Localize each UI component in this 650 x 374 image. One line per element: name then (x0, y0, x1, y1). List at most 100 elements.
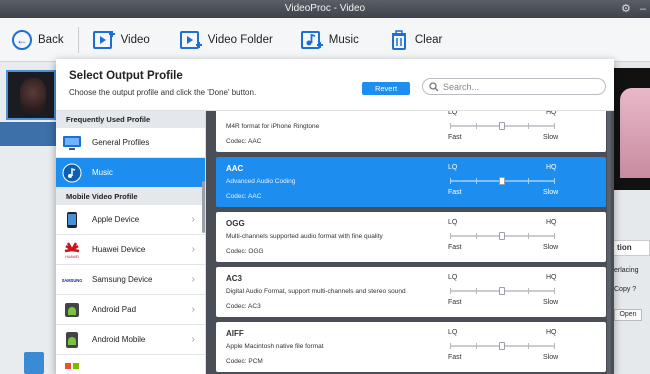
slider-knob[interactable] (499, 232, 505, 240)
slider-tick (528, 343, 529, 349)
profile-card[interactable]: OGG Multi-channels supported audio format… (216, 212, 606, 262)
profile-card[interactable]: AIFF Apple Macintosh native file format Co… (216, 322, 606, 372)
category-android-mobile[interactable]: Android Mobile › (56, 325, 205, 355)
clear-label: Clear (414, 33, 443, 46)
android-icon (62, 330, 82, 350)
category-general-profiles[interactable]: General Profiles (56, 128, 205, 158)
frequent-header: Frequently Used Profile (56, 111, 205, 128)
slider-tick (528, 123, 529, 129)
chevron-right-icon: › (191, 244, 195, 255)
thumbnail-info-strip (0, 122, 56, 146)
slider-tick (476, 343, 477, 349)
profile-codec: Codec: PCM (226, 358, 263, 365)
profile-description: Apple Macintosh native file format (226, 343, 324, 350)
quality-hq-label: HQ (546, 329, 557, 336)
category-samsung-device[interactable]: SAMSUNG Samsung Device › (56, 265, 205, 295)
slider-tick (450, 123, 451, 129)
profile-description: Multi-channels supported audio format wi… (226, 233, 383, 240)
chevron-right-icon: › (191, 334, 195, 345)
category-list: Frequently Used Profile General Profiles… (56, 111, 206, 374)
slider-knob[interactable] (499, 342, 505, 350)
option-button[interactable]: tion (612, 240, 650, 256)
settings-icon[interactable]: ⚙ (621, 0, 631, 18)
apple-icon (62, 210, 82, 230)
clear-button[interactable]: Clear (387, 18, 442, 62)
search-box[interactable] (422, 78, 606, 95)
profile-description: Advanced Audio Coding (226, 178, 296, 185)
search-input[interactable] (443, 81, 593, 92)
slider-tick (450, 343, 451, 349)
quality-slider[interactable] (450, 342, 555, 350)
video-folder-label: Video Folder (207, 33, 273, 46)
slider-tick (450, 288, 451, 294)
slider-tick (554, 343, 555, 349)
category-label: Android Mobile (92, 335, 146, 344)
music-label: Music (328, 33, 359, 46)
profile-list: M4R format for iPhone Ringtone Codec: AAC… (206, 111, 614, 374)
title-bar: VideoProc - Video ⚙ – (0, 0, 650, 18)
output-profile-dialog: Select Output Profile Choose the output … (56, 59, 614, 374)
category-scrollbar[interactable] (202, 181, 205, 233)
back-arrow-icon: ← (10, 28, 34, 52)
quality-slider[interactable] (450, 232, 555, 240)
profile-card[interactable]: AC3 Digital Audio Format, support multi-c… (216, 267, 606, 317)
slider-tick (554, 233, 555, 239)
category-partial-item[interactable] (56, 355, 205, 374)
slider-tick (450, 233, 451, 239)
category-apple-device[interactable]: Apple Device › (56, 205, 205, 235)
slider-knob[interactable] (499, 287, 505, 295)
quality-hq-label: HQ (546, 164, 557, 171)
minimize-icon[interactable]: – (640, 0, 646, 18)
slider-tick (528, 288, 529, 294)
profile-name: AC3 (226, 274, 243, 283)
profile-codec: Codec: AAC (226, 193, 262, 200)
slider-knob[interactable] (499, 122, 505, 130)
windows-icon (62, 360, 82, 374)
quality-slider[interactable] (450, 287, 555, 295)
app-bottom-icon[interactable] (24, 352, 44, 374)
slider-knob[interactable] (499, 177, 505, 185)
add-video-button[interactable]: Video (92, 18, 150, 62)
back-button[interactable]: ← Back (10, 18, 64, 62)
profile-codec: Codec: AAC (226, 138, 262, 145)
speed-fast-label: Fast (448, 189, 462, 196)
quality-hq-label: HQ (546, 219, 557, 226)
category-huawei-device[interactable]: HUAWEI Huawei Device › (56, 235, 205, 265)
add-music-button[interactable]: Music (300, 18, 359, 62)
slider-tick (554, 123, 555, 129)
huawei-icon: HUAWEI (62, 240, 82, 260)
slider-tick (476, 123, 477, 129)
profile-card[interactable]: AAC Advanced Audio Coding Codec: AAC LQ HQ Fa… (216, 157, 606, 207)
open-button[interactable]: Open (614, 309, 642, 321)
slider-tick (476, 178, 477, 184)
category-label: Android Pad (92, 305, 137, 314)
quality-slider[interactable] (450, 177, 555, 185)
category-label: Music (92, 168, 113, 177)
add-video-folder-button[interactable]: Video Folder (179, 18, 273, 62)
slider-tick (554, 178, 555, 184)
speed-slow-label: Slow (543, 134, 559, 141)
profile-scrollbar[interactable] (607, 111, 611, 374)
chevron-right-icon: › (191, 304, 195, 315)
quality-hq-label: HQ (546, 274, 557, 281)
revert-button[interactable]: Revert (362, 82, 410, 95)
category-android-pad[interactable]: Android Pad › (56, 295, 205, 325)
category-music[interactable]: Music (56, 158, 205, 188)
profile-card[interactable]: M4R format for iPhone Ringtone Codec: AAC… (216, 111, 606, 152)
video-add-icon (92, 28, 117, 52)
quality-hq-label: HQ (546, 111, 557, 116)
dialog-header: Select Output Profile Choose the output … (56, 59, 614, 111)
monitor-icon (62, 133, 82, 153)
samsung-icon: SAMSUNG (62, 270, 82, 290)
quality-slider[interactable] (450, 122, 555, 130)
slider-tick (450, 178, 451, 184)
search-icon (429, 81, 439, 91)
speed-fast-label: Fast (448, 134, 462, 141)
speed-slow-label: Slow (543, 299, 559, 306)
video-thumbnail[interactable] (6, 70, 56, 120)
profile-description: M4R format for iPhone Ringtone (226, 123, 320, 130)
profile-description: Digital Audio Format, support multi-chan… (226, 288, 406, 295)
speed-fast-label: Fast (448, 354, 462, 361)
svg-text:HUAWEI: HUAWEI (65, 255, 79, 259)
copy-label: Copy ? (614, 286, 637, 293)
